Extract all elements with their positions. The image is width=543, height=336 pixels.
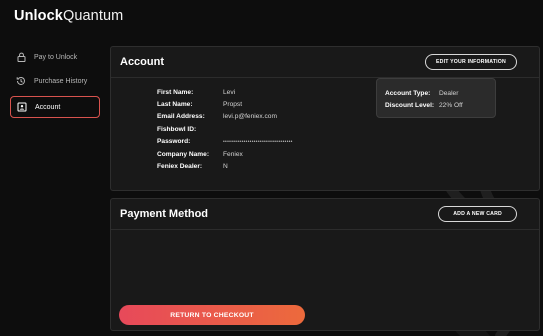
sidebar: Pay to Unlock Purchase History Account — [10, 46, 100, 120]
account-type-row: Account Type: Dealer — [385, 87, 495, 100]
field-value: Propst — [223, 101, 243, 109]
info-row-password: Password: ••••••••••••••••••••••••••••••… — [157, 136, 293, 148]
sidebar-item-label: Account — [35, 103, 61, 111]
logo-bold-text: Unlock — [14, 8, 63, 24]
sidebar-item-label: Purchase History — [34, 77, 88, 85]
discount-level-row: Discount Level: 22% Off — [385, 100, 495, 113]
info-row-email: Email Address: levi.p@feniex.com — [157, 111, 293, 123]
account-panel: Account EDIT YOUR INFORMATION First Name… — [110, 46, 540, 191]
password-mask: •••••••••••••••••••••••••••••••••• — [223, 138, 293, 145]
info-row-last-name: Last Name: Propst — [157, 98, 293, 110]
field-label: Feniex Dealer: — [157, 163, 203, 171]
add-new-card-button[interactable]: ADD A NEW CARD — [438, 206, 517, 222]
field-label: Fishbowl ID: — [157, 125, 197, 133]
field-value: levi.p@feniex.com — [223, 113, 277, 121]
discount-level-value: 22% Off — [439, 102, 463, 110]
divider — [111, 229, 539, 230]
info-row-company-name: Company Name: Feniex — [157, 148, 293, 160]
field-value: Levi — [223, 88, 236, 96]
field-value: Feniex — [223, 150, 243, 158]
field-label: Company Name: — [157, 150, 210, 158]
sidebar-item-pay-to-unlock[interactable]: Pay to Unlock — [10, 46, 100, 68]
info-row-fishbowl-id: Fishbowl ID: — [157, 123, 293, 135]
lock-icon — [15, 51, 27, 63]
account-info-list: First Name: Levi Last Name: Propst Email… — [157, 86, 293, 173]
return-to-checkout-button[interactable]: RETURN TO CHECKOUT — [119, 305, 305, 325]
discount-level-label: Discount Level: — [385, 102, 435, 110]
sidebar-item-purchase-history[interactable]: Purchase History — [10, 70, 100, 92]
field-value: N — [223, 163, 228, 171]
info-row-first-name: First Name: Levi — [157, 86, 293, 98]
logo-regular-text: Quantum — [62, 8, 124, 24]
account-card-icon — [16, 101, 28, 113]
sidebar-item-account[interactable]: Account — [10, 96, 100, 118]
info-row-feniex-dealer: Feniex Dealer: N — [157, 160, 293, 172]
payment-method-title: Payment Method — [120, 208, 209, 220]
app-logo: UnlockQuantum — [14, 8, 123, 24]
account-title: Account — [120, 56, 164, 68]
field-label: Email Address: — [157, 113, 205, 121]
field-label: First Name: — [157, 88, 194, 96]
field-label: Password: — [157, 138, 191, 146]
account-type-box: Account Type: Dealer Discount Level: 22%… — [376, 78, 496, 118]
account-type-value: Dealer — [439, 89, 459, 97]
edit-information-button[interactable]: EDIT YOUR INFORMATION — [424, 54, 517, 70]
account-type-label: Account Type: — [385, 89, 431, 97]
field-label: Last Name: — [157, 101, 193, 109]
history-icon — [15, 75, 27, 87]
sidebar-item-label: Pay to Unlock — [34, 53, 78, 61]
